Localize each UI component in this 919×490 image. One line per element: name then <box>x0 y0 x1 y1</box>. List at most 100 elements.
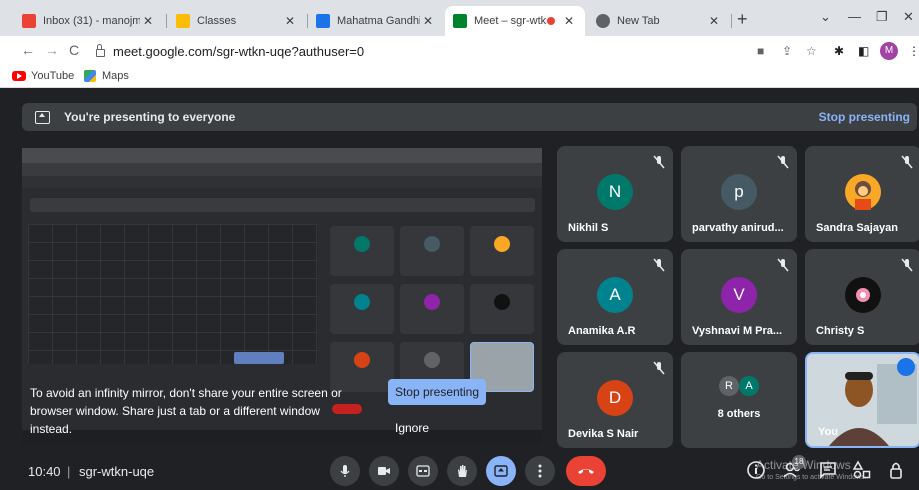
camera-button[interactable] <box>369 456 399 486</box>
host-controls-button[interactable] <box>886 460 908 482</box>
bookmark-label: YouTube <box>31 70 75 82</box>
mirror-presenting-bar <box>30 198 535 212</box>
tab-gmail[interactable]: Inbox (31) - manojmalaci ✕ <box>14 6 164 36</box>
microphone-button[interactable] <box>330 456 360 486</box>
tab-title: Mahatma Gandhi Colleg <box>337 15 420 27</box>
mirror-avatar <box>354 294 370 310</box>
self-video-tile[interactable]: You <box>805 352 919 448</box>
avatar-photo <box>845 174 881 210</box>
tab-title: Meet – sgr-wtkn-uq <box>474 15 547 27</box>
browser-toolbar: ← → C meet.google.com/sgr-wtkn-uqe?authu… <box>0 36 919 66</box>
forward-icon[interactable]: → <box>45 42 59 58</box>
side-panel-icon[interactable]: ◧ <box>858 44 869 58</box>
others-tile[interactable]: R A 8 others <box>681 352 797 448</box>
participant-tile[interactable]: p parvathy anirud... <box>681 146 797 242</box>
raise-hand-button[interactable] <box>447 456 477 486</box>
participant-tile[interactable]: D Devika S Nair <box>557 352 673 448</box>
participant-name: Christy S <box>816 325 865 337</box>
ignore-button[interactable]: Ignore <box>395 421 429 435</box>
participant-tile[interactable]: N Nikhil S <box>557 146 673 242</box>
participant-tile[interactable]: A Anamika A.R <box>557 249 673 345</box>
avatar: p <box>721 174 757 210</box>
close-icon[interactable]: ✕ <box>140 14 156 28</box>
leave-call-button[interactable] <box>566 456 606 486</box>
participant-name: Anamika A.R <box>568 325 636 337</box>
present-screen-icon <box>35 110 50 124</box>
menu-kebab-icon[interactable]: ⋮ <box>908 44 919 58</box>
mic-off-icon <box>777 258 789 272</box>
mic-off-icon <box>777 155 789 169</box>
watermark-title: Activate Windows <box>756 458 851 472</box>
presenting-banner: You're presenting to everyone Stop prese… <box>22 103 917 131</box>
bookmark-label: Maps <box>102 70 129 82</box>
share-icon[interactable]: ⇪ <box>782 44 792 58</box>
close-icon[interactable]: ✕ <box>420 14 436 28</box>
extensions-icon[interactable]: ✱ <box>834 44 844 58</box>
tab-title: Inbox (31) - manojmalaci <box>43 15 140 27</box>
mirror-tile <box>330 226 394 276</box>
close-icon[interactable]: ✕ <box>706 14 722 28</box>
participant-tile[interactable]: V Vyshnavi M Pra... <box>681 249 797 345</box>
recording-dot-icon <box>547 17 555 25</box>
mic-off-icon <box>901 258 913 272</box>
watermark-subtitle: Go to Settings to activate Windows. <box>756 474 867 481</box>
mirror-toolbar <box>22 163 542 176</box>
restore-icon[interactable]: ❐ <box>876 9 888 25</box>
close-icon[interactable]: ✕ <box>282 14 298 28</box>
tab-college[interactable]: Mahatma Gandhi Colleg ✕ <box>308 6 444 36</box>
tab-classes[interactable]: Classes ✕ <box>168 6 306 36</box>
bookmark-maps[interactable]: Maps <box>84 70 129 82</box>
present-now-button[interactable] <box>486 456 516 486</box>
lock-person-icon <box>890 462 902 479</box>
more-options-button[interactable] <box>525 456 555 486</box>
avatar: D <box>597 380 633 416</box>
address-bar[interactable]: meet.google.com/sgr-wtkn-uqe?authuser=0 <box>96 39 756 63</box>
video-camera-icon <box>378 467 390 475</box>
participant-name: Nikhil S <box>568 222 609 234</box>
stop-presenting-button[interactable]: Stop presenting <box>388 379 486 405</box>
close-window-icon[interactable]: ✕ <box>903 9 914 25</box>
tab-search-icon[interactable]: ⌄ <box>820 9 831 25</box>
tab-separator <box>731 14 732 28</box>
browser-tab-strip: Inbox (31) - manojmalaci ✕ Classes ✕ Mah… <box>0 0 919 36</box>
camera-icon[interactable]: ■ <box>757 44 764 58</box>
gmail-icon <box>22 14 36 28</box>
screen-root: Inbox (31) - manojmalaci ✕ Classes ✕ Mah… <box>0 0 919 490</box>
separator: | <box>67 464 71 479</box>
infinity-mirror-warning: To avoid an infinity mirror, don't share… <box>30 386 342 436</box>
present-screen-icon <box>494 465 508 477</box>
mirror-tile <box>400 284 464 334</box>
participant-name: Vyshnavi M Pra... <box>692 325 783 337</box>
profile-avatar[interactable]: M <box>880 42 898 60</box>
bookmark-youtube[interactable]: YouTube <box>12 70 74 82</box>
participant-tile[interactable]: Sandra Sajayan <box>805 146 919 242</box>
tab-title: Classes <box>197 15 237 27</box>
presenting-text: You're presenting to everyone <box>64 110 236 124</box>
participant-tile[interactable]: Christy S <box>805 249 919 345</box>
back-icon[interactable]: ← <box>21 42 35 58</box>
bookmarks-bar: YouTube Maps <box>0 66 919 88</box>
mirror-avatar <box>354 352 370 368</box>
more-vert-icon <box>538 464 542 478</box>
speaking-indicator-icon <box>897 358 915 376</box>
reload-icon[interactable]: C <box>69 42 79 58</box>
tab-new-tab[interactable]: New Tab ✕ <box>588 6 730 36</box>
new-tab-button[interactable]: + <box>737 10 748 28</box>
avatar: R <box>719 376 739 396</box>
mirror-tile <box>400 226 464 276</box>
tab-meet[interactable]: Meet – sgr-wtkn-uq ✕ <box>445 6 585 36</box>
stop-presenting-link[interactable]: Stop presenting <box>819 110 910 124</box>
mic-off-icon <box>653 155 665 169</box>
avatar: A <box>739 376 759 396</box>
captions-button[interactable] <box>408 456 438 486</box>
minimize-icon[interactable]: — <box>848 9 861 24</box>
participant-name: Devika S Nair <box>568 428 639 440</box>
captions-icon <box>416 465 430 477</box>
maps-icon <box>84 70 96 82</box>
bookmark-star-icon[interactable]: ☆ <box>806 44 817 58</box>
youtube-icon <box>12 71 26 81</box>
classroom-icon <box>176 14 190 28</box>
lock-icon <box>96 44 105 57</box>
avatar-photo-icon <box>855 181 871 210</box>
close-icon[interactable]: ✕ <box>561 14 577 28</box>
